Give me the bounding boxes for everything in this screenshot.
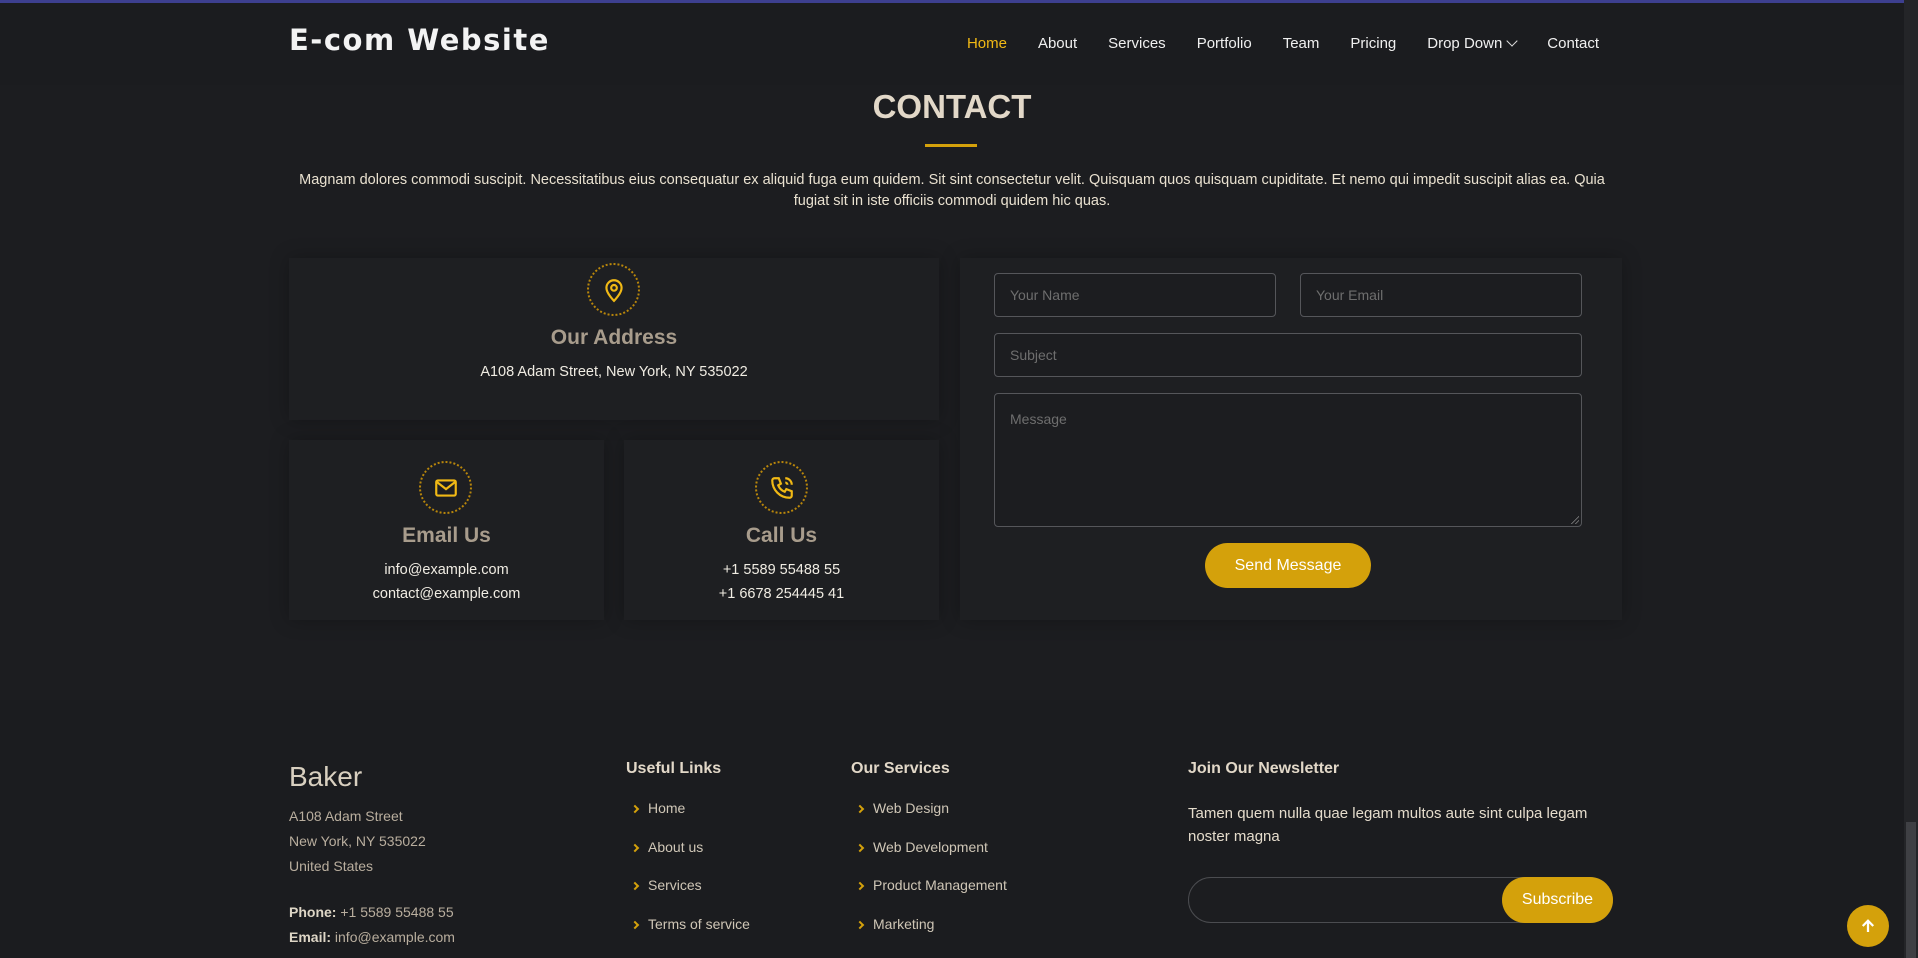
resize-handle[interactable] [1571, 516, 1579, 524]
title-underline [925, 144, 977, 147]
footer-link-terms[interactable]: Terms of service [626, 916, 750, 955]
email-line-1[interactable]: info@example.com [289, 558, 604, 582]
footer-link-label: Home [648, 800, 686, 816]
footer-service-label: Product Management [873, 877, 1007, 893]
address-text: A108 Adam Street, New York, NY 535022 [480, 364, 748, 380]
email-input[interactable]: Your Email [1300, 273, 1582, 317]
useful-links-list: Home About us Services Terms of service [626, 800, 750, 954]
section-title: CONTACT [872, 88, 1032, 125]
footer-link-home[interactable]: Home [626, 800, 750, 839]
footer-service-product-management[interactable]: Product Management [851, 877, 1007, 916]
footer-brand: Baker [289, 761, 363, 792]
footer-link-services[interactable]: Services [626, 877, 750, 916]
newsletter-title: Join Our Newsletter [1188, 760, 1340, 777]
footer-link-about[interactable]: About us [626, 839, 750, 878]
send-message-button[interactable]: Send Message [1205, 543, 1371, 588]
address-box: Our Address A108 Adam Street, New York, … [289, 258, 939, 420]
call-line-2[interactable]: +1 6678 254445 41 [624, 582, 939, 606]
footer-email-label: Email: [289, 929, 332, 945]
footer-address-line: A108 Adam Street [289, 808, 403, 824]
footer-service-marketing[interactable]: Marketing [851, 916, 1007, 955]
nav-about[interactable]: About [1038, 35, 1077, 52]
footer-phone-label: Phone: [289, 904, 337, 920]
footer-service-label: Marketing [873, 915, 935, 932]
address-title: Our Address [550, 326, 678, 349]
map-pin-icon [587, 263, 640, 316]
footer-link-label: Terms of service [648, 915, 750, 932]
nav-contact[interactable]: Contact [1547, 35, 1599, 52]
footer-service-label: Web Development [873, 838, 988, 855]
footer-address: A108 Adam Street New York, NY 535022 Uni… [289, 804, 426, 879]
footer-service-label: Web Design [873, 800, 950, 816]
footer-service-web-design[interactable]: Web Design [851, 800, 1007, 839]
nav-services[interactable]: Services [1108, 35, 1166, 52]
newsletter-text: Tamen quem nulla quae legam multos aute … [1188, 805, 1588, 845]
subscribe-button[interactable]: Subscribe [1502, 877, 1613, 923]
chevron-right-icon [630, 920, 640, 929]
site-header: E-com Website Home About Services Portfo… [0, 3, 1904, 85]
back-to-top-button[interactable] [1847, 905, 1889, 947]
footer-email: info@example.com [334, 929, 455, 945]
nav-dropdown-label: Drop Down [1427, 35, 1503, 52]
call-box: Call Us +1 5589 55488 55 +1 6678 254445 … [624, 440, 939, 620]
footer-phone: +1 5589 55488 55 [340, 904, 454, 920]
nav-home[interactable]: Home [967, 35, 1007, 52]
email-title: Email Us [402, 524, 491, 547]
name-input[interactable]: Your Name [994, 273, 1276, 317]
main-nav: Home About Services Portfolio Team Prici… [936, 35, 1599, 52]
call-title: Call Us [745, 524, 818, 547]
chevron-right-icon [855, 843, 865, 852]
email-line-2[interactable]: contact@example.com [289, 582, 604, 606]
chevron-right-icon [855, 881, 865, 891]
chevron-right-icon [630, 804, 640, 814]
nav-portfolio[interactable]: Portfolio [1197, 35, 1252, 52]
footer-link-label: About us [648, 838, 704, 855]
chevron-right-icon [630, 881, 640, 891]
site-logo[interactable]: E-com Website [289, 23, 550, 57]
subject-input[interactable]: Subject [994, 333, 1582, 377]
message-textarea[interactable]: Message [994, 393, 1582, 527]
phone-icon [755, 461, 808, 514]
chevron-right-icon [855, 920, 865, 929]
scrollbar-thumb[interactable] [1906, 822, 1916, 958]
page-scrollbar[interactable] [1904, 0, 1918, 958]
nav-team[interactable]: Team [1283, 35, 1320, 52]
email-box: Email Us info@example.com contact@exampl… [289, 440, 604, 620]
message-placeholder: Message [1010, 411, 1067, 427]
footer-service-web-development[interactable]: Web Development [851, 839, 1007, 878]
useful-links-title: Useful Links [626, 760, 722, 777]
footer-contact: Phone: +1 5589 55488 55 Email: info@exam… [289, 900, 455, 950]
our-services-title: Our Services [851, 760, 950, 777]
nav-pricing[interactable]: Pricing [1350, 35, 1396, 52]
arrow-up-icon [1861, 919, 1875, 932]
nav-dropdown[interactable]: Drop Down [1427, 35, 1518, 52]
envelope-icon [419, 461, 472, 514]
footer-link-label: Services [648, 877, 702, 893]
footer-address-line: United States [289, 858, 374, 874]
our-services-list: Web Design Web Development Product Manag… [851, 800, 1007, 954]
call-line-1[interactable]: +1 5589 55488 55 [624, 558, 939, 582]
footer-address-line: New York, NY 535022 [289, 833, 426, 849]
chevron-right-icon [630, 843, 640, 852]
chevron-right-icon [855, 804, 865, 814]
chevron-down-icon [1506, 35, 1518, 47]
section-intro: Magnam dolores commodi suscipit. Necessi… [299, 172, 1605, 209]
